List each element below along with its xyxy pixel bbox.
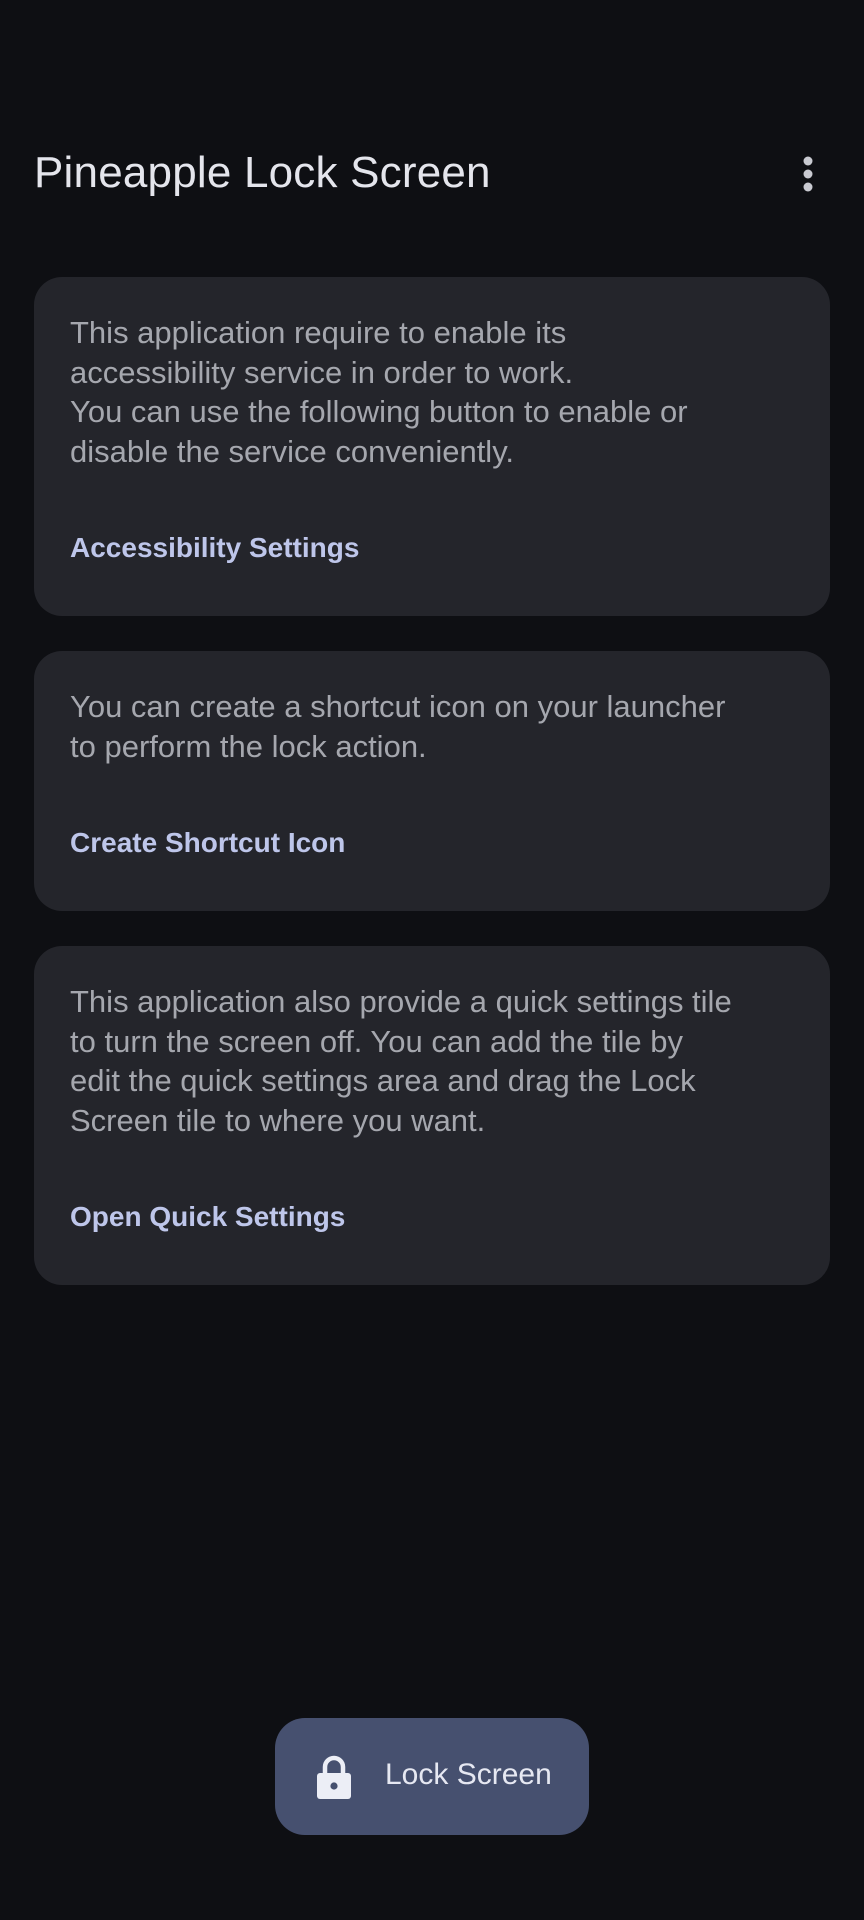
quick-settings-card-text: This application also provide a quick se…: [70, 984, 732, 1138]
quick-settings-card: This application also provide a quick se…: [34, 946, 830, 1285]
accessibility-settings-button[interactable]: Accessibility Settings: [70, 532, 359, 564]
overflow-menu-button[interactable]: [786, 152, 830, 196]
more-vert-icon: [803, 156, 813, 192]
accessibility-card-text: This application require to enable its a…: [70, 315, 688, 469]
screen: Pineapple Lock Screen This application r…: [0, 0, 864, 1920]
create-shortcut-icon-button[interactable]: Create Shortcut Icon: [70, 827, 345, 859]
app-title: Pineapple Lock Screen: [34, 148, 491, 197]
accessibility-card: This application require to enable its a…: [34, 277, 830, 616]
open-quick-settings-button[interactable]: Open Quick Settings: [70, 1201, 345, 1233]
lock-screen-button[interactable]: Lock Screen: [275, 1718, 589, 1835]
app-bar: Pineapple Lock Screen: [0, 130, 864, 222]
lock-screen-label: Lock Screen: [385, 1758, 552, 1791]
shortcut-card: You can create a shortcut icon on your l…: [34, 651, 830, 911]
lock-icon: [317, 1755, 351, 1799]
shortcut-card-text: You can create a shortcut icon on your l…: [70, 689, 726, 764]
